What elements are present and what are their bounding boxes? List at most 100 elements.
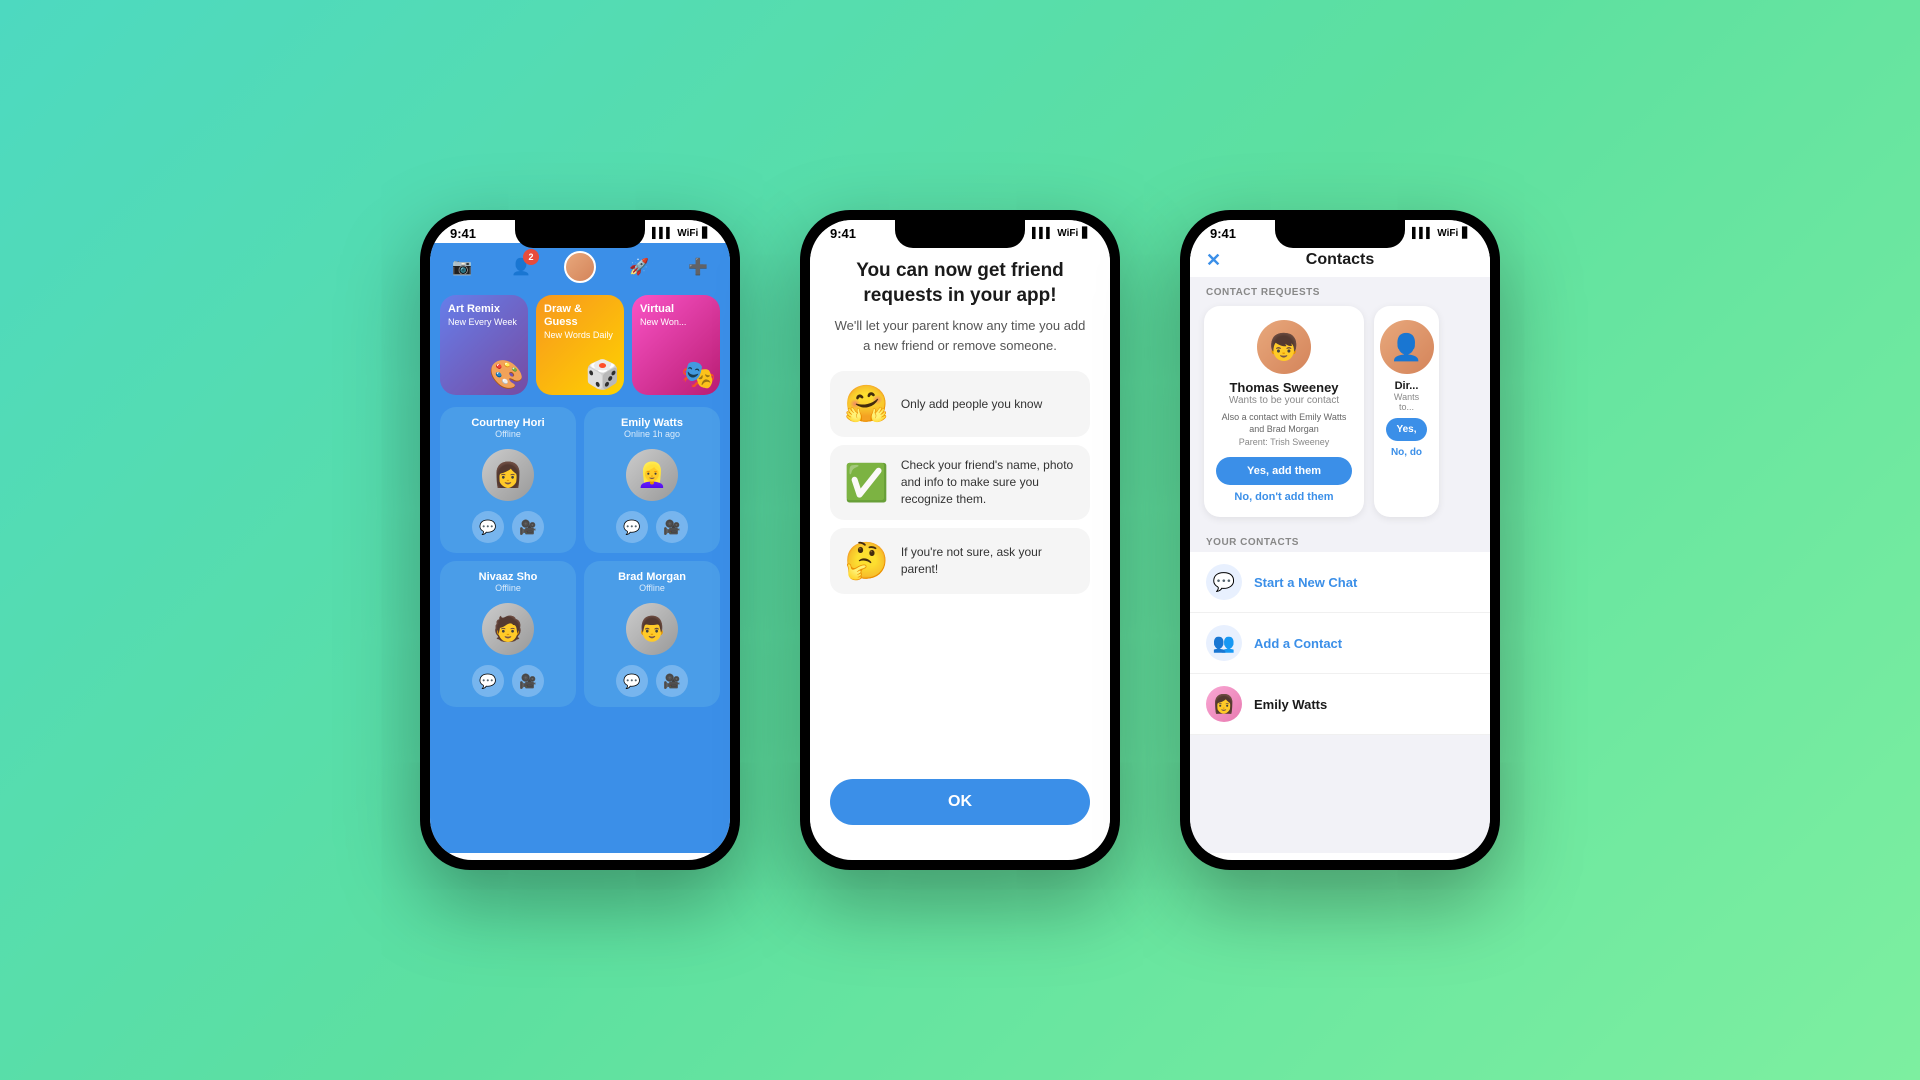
contact-brad-name: Brad Morgan xyxy=(618,571,686,583)
notch-2 xyxy=(895,220,1025,248)
wifi-icon-2: WiFi xyxy=(1057,228,1078,239)
partial-avatar: 👤 xyxy=(1380,320,1434,374)
time-2: 9:41 xyxy=(830,226,856,241)
contact-emily[interactable]: Emily Watts Online 1h ago 👱‍♀️ 💬 🎥 xyxy=(584,407,720,553)
thomas-no-button[interactable]: No, don't add them xyxy=(1234,491,1333,503)
contact-emily-status: Online 1h ago xyxy=(624,429,680,439)
emily-watts-item[interactable]: 👩 Emily Watts xyxy=(1190,674,1490,735)
thomas-parent: Parent: Trish Sweeney xyxy=(1239,437,1330,447)
phone2-content: You can now get friend requests in your … xyxy=(810,243,1110,853)
game-card-virtual[interactable]: VirtualNew Won... 🎭 xyxy=(632,295,720,395)
phone-3: 9:41 ▌▌▌ WiFi ▋ ✕ Contacts CONTACT REQUE… xyxy=(1180,210,1500,870)
time-1: 9:41 xyxy=(450,226,476,241)
contact-nivaaz-status: Offline xyxy=(495,583,521,593)
contact-emily-avatar: 👱‍♀️ xyxy=(626,449,678,501)
tip-card-2: ✅ Check your friend's name, photo and in… xyxy=(830,445,1090,519)
contact-brad-avatar: 👨 xyxy=(626,603,678,655)
partial-name: Dir... xyxy=(1395,380,1419,392)
contact-requests-label: CONTACT REQUESTS xyxy=(1190,277,1490,302)
contacts-title: Contacts xyxy=(1306,251,1374,269)
brad-chat-btn[interactable]: 💬 xyxy=(616,665,648,697)
battery-icon-2: ▋ xyxy=(1082,228,1090,239)
phone-2: 9:41 ▌▌▌ WiFi ▋ You can now get friend r… xyxy=(800,210,1120,870)
nivaaz-video-btn[interactable]: 🎥 xyxy=(512,665,544,697)
add-contact-item[interactable]: 👥 Add a Contact xyxy=(1190,613,1490,674)
your-contacts-section: 💬 Start a New Chat 👥 Add a Contact 👩 Emi… xyxy=(1190,552,1490,735)
contact-courtney-name: Courtney Hori xyxy=(471,417,544,429)
draw-guess-emoji: 🎲 xyxy=(585,358,620,391)
start-new-chat-text: Start a New Chat xyxy=(1254,575,1357,590)
rocket-icon[interactable]: 🚀 xyxy=(623,251,655,283)
games-row: Art RemixNew Every Week 🎨 Draw & GuessNe… xyxy=(430,289,730,401)
contacts-grid: Courtney Hori Offline 👩 💬 🎥 Emily Watts … xyxy=(430,401,730,713)
close-contacts-button[interactable]: ✕ xyxy=(1206,250,1221,271)
partial-wants: Wants to... xyxy=(1386,392,1427,412)
tip-text-3: If you're not sure, ask your parent! xyxy=(901,544,1076,578)
contact-emily-name: Emily Watts xyxy=(621,417,683,429)
thomas-also: Also a contact with Emily Watts and Brad… xyxy=(1216,412,1352,435)
notch-3 xyxy=(1275,220,1405,248)
tip-text-1: Only add people you know xyxy=(901,396,1042,413)
thomas-add-button[interactable]: Yes, add them xyxy=(1216,457,1352,485)
thomas-avatar: 👦 xyxy=(1257,320,1311,374)
tip-card-1: 🤗 Only add people you know xyxy=(830,371,1090,437)
thomas-name: Thomas Sweeney xyxy=(1229,380,1338,395)
notch-1 xyxy=(515,220,645,248)
contact-courtney[interactable]: Courtney Hori Offline 👩 💬 🎥 xyxy=(440,407,576,553)
phone1-content: 📷 👤 2 🚀 ➕ Art RemixNew Every Week 🎨 Draw… xyxy=(430,243,730,853)
camera-icon[interactable]: 📷 xyxy=(446,251,478,283)
your-contacts-label: YOUR CONTACTS xyxy=(1190,527,1490,552)
friends-icon[interactable]: 👤 2 xyxy=(505,251,537,283)
ok-button[interactable]: OK xyxy=(830,779,1090,825)
draw-guess-title: Draw & GuessNew Words Daily xyxy=(544,303,616,343)
signal-icon-2: ▌▌▌ xyxy=(1032,228,1053,239)
battery-icon-1: ▋ xyxy=(702,228,710,239)
contact-nivaaz-avatar: 🧑 xyxy=(482,603,534,655)
game-card-art-remix[interactable]: Art RemixNew Every Week 🎨 xyxy=(440,295,528,395)
emily-video-btn[interactable]: 🎥 xyxy=(656,511,688,543)
friend-request-title: You can now get friend requests in your … xyxy=(830,259,1090,308)
courtney-video-btn[interactable]: 🎥 xyxy=(512,511,544,543)
request-card-thomas: 👦 Thomas Sweeney Wants to be your contac… xyxy=(1204,306,1364,517)
phone1-topbar: 📷 👤 2 🚀 ➕ xyxy=(430,243,730,289)
tip-emoji-1: 🤗 xyxy=(844,383,889,425)
signal-icon-3: ▌▌▌ xyxy=(1412,228,1433,239)
friend-request-subtitle: We'll let your parent know any time you … xyxy=(830,316,1090,355)
partial-add-button[interactable]: Yes, xyxy=(1386,418,1427,441)
phone-1: 9:41 ▌▌▌ WiFi ▋ 📷 👤 2 🚀 ➕ xyxy=(420,210,740,870)
brad-video-btn[interactable]: 🎥 xyxy=(656,665,688,697)
wifi-icon-1: WiFi xyxy=(677,228,698,239)
emily-chat-btn[interactable]: 💬 xyxy=(616,511,648,543)
time-3: 9:41 xyxy=(1210,226,1236,241)
virtual-title: VirtualNew Won... xyxy=(640,303,712,329)
contact-courtney-avatar: 👩 xyxy=(482,449,534,501)
emily-list-name: Emily Watts xyxy=(1254,697,1327,712)
start-new-chat-item[interactable]: 💬 Start a New Chat xyxy=(1190,552,1490,613)
contact-courtney-actions: 💬 🎥 xyxy=(472,511,544,543)
contact-requests-scroll: 👦 Thomas Sweeney Wants to be your contac… xyxy=(1190,302,1490,527)
nivaaz-chat-btn[interactable]: 💬 xyxy=(472,665,504,697)
tip-text-2: Check your friend's name, photo and info… xyxy=(901,457,1076,507)
contact-nivaaz-actions: 💬 🎥 xyxy=(472,665,544,697)
friends-badge: 2 xyxy=(523,249,539,265)
add-friend-icon[interactable]: ➕ xyxy=(682,251,714,283)
thomas-wants: Wants to be your contact xyxy=(1229,395,1339,406)
request-card-partial: 👤 Dir... Wants to... Yes, No, do xyxy=(1374,306,1439,517)
art-remix-emoji: 🎨 xyxy=(489,358,524,391)
tip-emoji-2: ✅ xyxy=(844,462,889,504)
signal-icon-1: ▌▌▌ xyxy=(652,228,673,239)
add-contact-icon: 👥 xyxy=(1206,625,1242,661)
profile-avatar[interactable] xyxy=(564,251,596,283)
partial-no-button[interactable]: No, do xyxy=(1391,447,1422,458)
wifi-icon-3: WiFi xyxy=(1437,228,1458,239)
game-card-draw-guess[interactable]: Draw & GuessNew Words Daily 🎲 xyxy=(536,295,624,395)
tip-card-3: 🤔 If you're not sure, ask your parent! xyxy=(830,528,1090,594)
contact-brad[interactable]: Brad Morgan Offline 👨 💬 🎥 xyxy=(584,561,720,707)
chat-icon: 💬 xyxy=(1206,564,1242,600)
courtney-chat-btn[interactable]: 💬 xyxy=(472,511,504,543)
contact-nivaaz-name: Nivaaz Sho xyxy=(479,571,538,583)
virtual-emoji: 🎭 xyxy=(681,358,716,391)
contact-nivaaz[interactable]: Nivaaz Sho Offline 🧑 💬 🎥 xyxy=(440,561,576,707)
contact-emily-actions: 💬 🎥 xyxy=(616,511,688,543)
contact-brad-status: Offline xyxy=(639,583,665,593)
